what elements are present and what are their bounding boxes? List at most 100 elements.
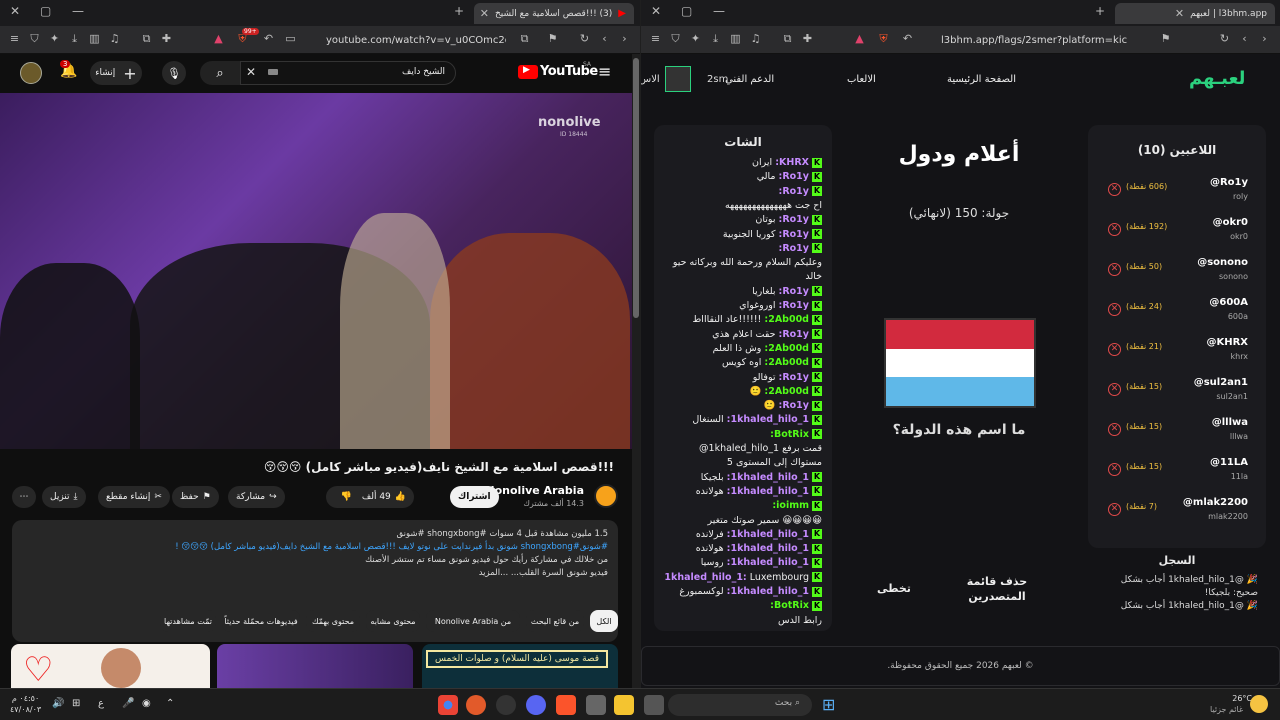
page-scrollbar[interactable] xyxy=(632,54,640,688)
shield-icon[interactable]: ⛉ xyxy=(28,32,41,45)
weather-widget[interactable]: 26°C xyxy=(1228,693,1252,704)
app-icon[interactable] xyxy=(466,695,486,715)
recommended-thumb-3[interactable]: قصة موسى (عليه السلام) و صلوات الخمس xyxy=(422,644,618,688)
chip-watched[interactable]: تمّت مشاهدتها xyxy=(160,610,216,632)
share-button[interactable]: ↪ مشاركة xyxy=(228,486,285,508)
address-bar[interactable]: youtube.com/watch?v=v_u0COmc2dg xyxy=(326,30,506,50)
nav-more[interactable]: الاس xyxy=(641,74,660,85)
brave-rewards-icon[interactable]: ▲ xyxy=(212,32,225,45)
create-button[interactable]: إنشاء + xyxy=(90,61,142,85)
close-tab-icon[interactable]: ✕ xyxy=(480,7,489,20)
tab-l3bhm[interactable]: l3bhm.app | لعبهم ✕ xyxy=(1115,3,1275,24)
brave-icon[interactable] xyxy=(556,695,576,715)
keyboard-icon[interactable] xyxy=(268,69,278,75)
search-icon[interactable]: ⌕ xyxy=(200,61,240,85)
share-page-icon[interactable]: ↶ xyxy=(901,32,914,45)
nav-home[interactable]: الصفحة الرئيسية xyxy=(947,74,1016,85)
tray-app-icon[interactable]: ◉ xyxy=(142,698,151,709)
brave-shield-icon[interactable]: ⛨ xyxy=(877,32,890,45)
screenshot-icon[interactable]: ⧉ xyxy=(140,32,153,45)
site-logo[interactable]: لعبـهم xyxy=(1189,68,1245,89)
subscribe-button[interactable]: اشتراك xyxy=(450,486,499,508)
extensions-icon[interactable]: ✦ xyxy=(48,32,61,45)
nav-support[interactable]: الدعم الفني xyxy=(725,74,774,85)
guide-menu-icon[interactable]: ≡ xyxy=(598,62,611,81)
share-page-icon[interactable]: ↶ xyxy=(262,32,275,45)
channel-avatar[interactable] xyxy=(594,484,618,508)
minimize-window-icon[interactable]: — xyxy=(713,4,725,18)
like-button[interactable]: 👍 49 ألف 👎 xyxy=(326,486,414,508)
reset-leaderboard-button[interactable]: حذف قائمة المتصدرين xyxy=(961,574,1033,604)
chip-all[interactable]: الكل xyxy=(590,610,618,632)
chip-interests[interactable]: محتوى بهمّك xyxy=(306,610,360,632)
puzzle-icon[interactable]: ✚ xyxy=(801,32,814,45)
clear-search-icon[interactable]: ✕ xyxy=(246,65,256,79)
tray-expand-icon[interactable]: ⌃ xyxy=(166,698,174,709)
mic-icon[interactable]: 🎤 xyxy=(122,698,134,709)
chrome-icon[interactable] xyxy=(438,695,458,715)
music-icon[interactable]: ♫ xyxy=(108,32,121,45)
new-tab-icon[interactable]: + xyxy=(454,4,464,18)
music-icon[interactable]: ♫ xyxy=(749,32,762,45)
menu-icon[interactable]: ≡ xyxy=(8,32,21,45)
download-icon[interactable]: ⤓ xyxy=(709,32,722,45)
windows-start-icon[interactable]: ⊞ xyxy=(822,695,835,714)
copy-link-icon[interactable]: ⧉ xyxy=(518,32,531,45)
remove-player-icon[interactable]: ✕ xyxy=(1108,383,1121,396)
remove-player-icon[interactable]: ✕ xyxy=(1108,343,1121,356)
recommended-thumb-1[interactable]: ♡ xyxy=(11,644,210,688)
channel-name[interactable]: Nonolive Arabia xyxy=(485,484,584,497)
more-actions-icon[interactable]: ⋯ xyxy=(12,486,36,508)
cast-icon[interactable]: ▭ xyxy=(284,32,297,45)
discord-icon[interactable] xyxy=(526,695,546,715)
chip-search[interactable]: من قائع البحث xyxy=(526,610,584,632)
remove-player-icon[interactable]: ✕ xyxy=(1108,423,1121,436)
close-window-icon[interactable]: ✕ xyxy=(651,4,661,18)
screenshot-icon[interactable]: ⧉ xyxy=(781,32,794,45)
save-button[interactable]: ⚑ حفظ xyxy=(172,486,219,508)
voice-search-icon[interactable]: 🎙 xyxy=(162,61,186,85)
close-tab-icon[interactable]: ✕ xyxy=(1175,7,1184,20)
volume-icon[interactable]: 🔊 xyxy=(52,698,64,709)
shield-icon[interactable]: ⛉ xyxy=(669,32,682,45)
thumbs-down-icon[interactable]: 👎 xyxy=(341,492,352,502)
remove-player-icon[interactable]: ✕ xyxy=(1108,223,1121,236)
minimize-window-icon[interactable]: — xyxy=(72,4,84,18)
chip-channel[interactable]: من Nonolive Arabia xyxy=(426,610,520,632)
new-tab-icon[interactable]: + xyxy=(1095,4,1105,18)
bookmark-icon[interactable]: ⚑ xyxy=(1159,32,1172,45)
language-indicator[interactable]: ع xyxy=(98,698,104,709)
chip-similar[interactable]: محتوى مشابه xyxy=(366,610,420,632)
steam-icon[interactable] xyxy=(496,695,516,715)
network-icon[interactable]: ⊞ xyxy=(72,698,80,709)
download-button[interactable]: ⤓ تنزيل xyxy=(42,486,86,508)
maximize-window-icon[interactable]: ▢ xyxy=(681,4,692,18)
tab-youtube[interactable]: ▶ (3) !!!قصص اسلامية مع الشيخ ✕ xyxy=(474,3,634,24)
skip-button[interactable]: تخطى xyxy=(877,582,911,595)
remove-player-icon[interactable]: ✕ xyxy=(1108,263,1121,276)
remove-player-icon[interactable]: ✕ xyxy=(1108,183,1121,196)
recommended-thumb-2[interactable] xyxy=(217,644,413,688)
store-icon[interactable] xyxy=(586,695,606,715)
sidebar-icon[interactable]: ▥ xyxy=(88,32,101,45)
remove-player-icon[interactable]: ✕ xyxy=(1108,463,1121,476)
extensions-icon[interactable]: ✦ xyxy=(689,32,702,45)
brave-rewards-icon[interactable]: ▲ xyxy=(853,32,866,45)
forward-icon[interactable]: › xyxy=(618,32,631,45)
nav-games[interactable]: الالعاب xyxy=(847,74,876,85)
clip-button[interactable]: ✂ إنشاء مقطع xyxy=(98,486,170,508)
reload-icon[interactable]: ↻ xyxy=(578,32,591,45)
taskbar-search[interactable]: ⌕ بحث xyxy=(668,694,812,716)
address-bar[interactable]: l3bhm.app/flags/2smer?platform=kick xyxy=(941,30,1127,50)
back-icon[interactable]: ‹ xyxy=(598,32,611,45)
bookmark-icon[interactable]: ⚑ xyxy=(546,32,559,45)
download-icon[interactable]: ⤓ xyxy=(68,32,81,45)
sidebar-icon[interactable]: ▥ xyxy=(729,32,742,45)
clock[interactable]: ٠٤:٥٠ م ٤٧/٠٨/٠٣ xyxy=(10,693,41,715)
video-player[interactable]: nonolive ID 18444 xyxy=(0,93,632,449)
file-explorer-icon[interactable] xyxy=(614,695,634,715)
avatar[interactable] xyxy=(20,62,42,84)
chip-recent[interactable]: فيديوهات محمّلة حديثاً xyxy=(222,610,300,632)
scrollbar-thumb[interactable] xyxy=(633,58,639,318)
back-icon[interactable]: ‹ xyxy=(1238,32,1251,45)
